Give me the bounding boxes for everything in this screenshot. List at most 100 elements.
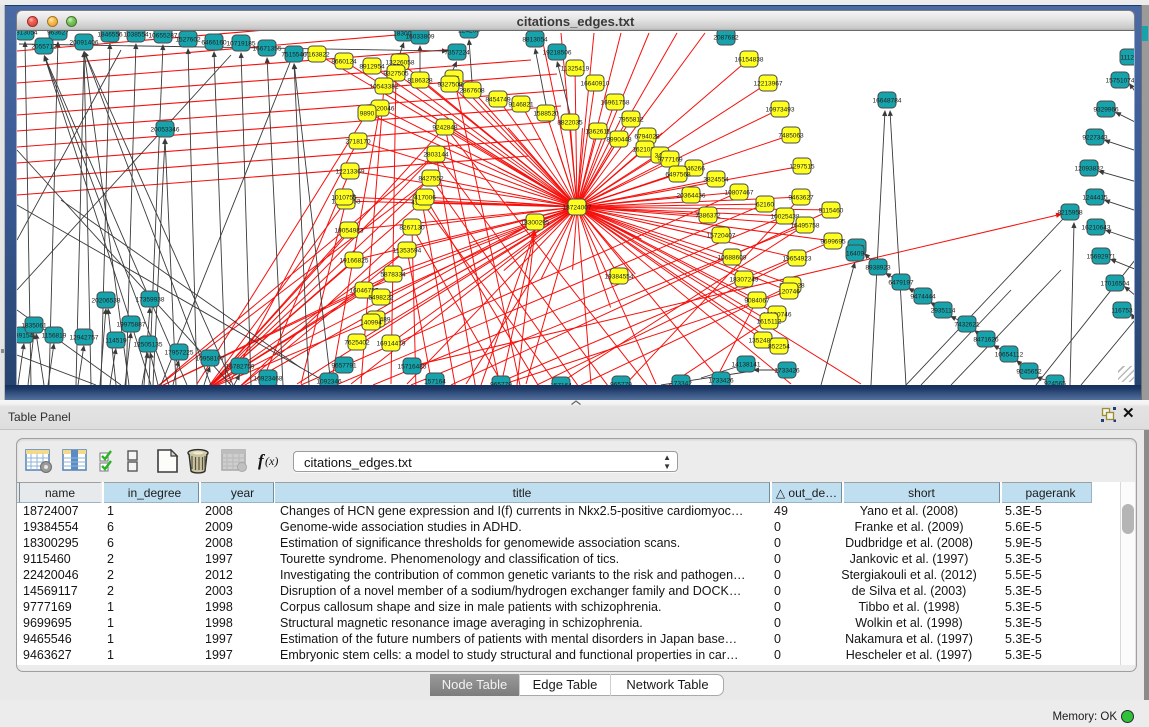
svg-text:6497568: 6497568 [665, 172, 691, 179]
svg-text:8912954: 8912954 [359, 64, 385, 71]
svg-text:2055712: 2055712 [31, 44, 57, 51]
svg-text:8186328: 8186328 [407, 78, 433, 85]
svg-text:157164: 157164 [424, 379, 446, 386]
svg-text:7357224: 7357224 [444, 50, 470, 57]
svg-text:8267130: 8267130 [399, 225, 425, 232]
svg-text:1733426: 1733426 [774, 368, 800, 375]
svg-text:1297515: 1297515 [789, 164, 815, 171]
svg-text:11353594: 11353594 [393, 248, 422, 255]
svg-text:1588520: 1588520 [533, 111, 559, 118]
svg-text:10958107: 10958107 [196, 356, 225, 363]
svg-text:9890: 9890 [360, 111, 375, 118]
svg-text:20091406: 20091406 [70, 40, 99, 47]
svg-text:5878334: 5878334 [380, 272, 406, 279]
svg-text:6479197: 6479197 [888, 280, 914, 287]
svg-text:1156819: 1156819 [42, 333, 67, 340]
svg-text:8990448: 8990448 [606, 137, 632, 144]
svg-text:16961758: 16961758 [601, 100, 630, 107]
svg-text:1362615: 1362615 [585, 129, 611, 136]
svg-text:7625402: 7625402 [344, 340, 370, 347]
svg-text:12942757: 12942757 [70, 335, 99, 342]
svg-text:1615112: 1615112 [757, 319, 782, 326]
svg-text:1038554: 1038554 [123, 32, 149, 39]
svg-text:963627: 963627 [47, 31, 69, 37]
svg-text:12093832: 12093832 [1075, 166, 1104, 173]
svg-text:18307249: 18307249 [730, 277, 759, 284]
svg-text:18724007: 18724007 [563, 205, 592, 212]
svg-text:9245652: 9245652 [1016, 369, 1042, 376]
svg-text:140994: 140994 [360, 320, 382, 327]
svg-text:1092346: 1092346 [316, 379, 342, 386]
svg-text:16914479: 16914479 [377, 341, 406, 348]
svg-text:7485063: 7485063 [778, 133, 804, 140]
svg-text:10923468: 10923468 [254, 376, 283, 383]
svg-text:2867608: 2867608 [459, 88, 485, 95]
svg-text:8660124: 8660124 [331, 59, 357, 66]
svg-text:9329966: 9329966 [1093, 107, 1119, 114]
svg-text:9146821: 9146821 [508, 102, 534, 109]
svg-text:9777169: 9777169 [657, 157, 683, 164]
svg-text:8454749: 8454749 [485, 97, 511, 104]
svg-text:20206538: 20206538 [92, 298, 121, 305]
svg-text:157164: 157164 [550, 383, 572, 386]
svg-text:965779: 965779 [490, 382, 512, 386]
svg-text:8813054: 8813054 [522, 37, 548, 44]
svg-text:16154838: 16154838 [735, 57, 764, 64]
svg-text:15720407: 15720407 [707, 233, 736, 240]
svg-text:19054983: 19054983 [335, 228, 364, 235]
svg-text:20053346: 20053346 [151, 127, 180, 134]
svg-text:17957225: 17957225 [165, 350, 194, 357]
svg-text:2935114: 2935114 [931, 308, 956, 315]
svg-text:39154: 39154 [17, 333, 33, 340]
svg-text:224200: 224200 [458, 31, 480, 35]
svg-text:14138141: 14138141 [732, 362, 761, 369]
svg-text:15692971: 15692971 [1087, 254, 1116, 261]
svg-text:19654923: 19654923 [783, 256, 812, 263]
svg-text:19384554: 19384554 [605, 274, 634, 281]
svg-text:(x): (x) [265, 454, 278, 468]
svg-text:17359938: 17359938 [136, 297, 165, 304]
svg-text:7163822: 7163822 [304, 52, 330, 59]
svg-text:9657791: 9657791 [331, 363, 357, 370]
svg-text:6466160: 6466160 [201, 40, 227, 47]
svg-text:1733426: 1733426 [708, 378, 734, 385]
svg-text:1244415: 1244415 [1082, 195, 1108, 202]
svg-text:8215958: 8215958 [1057, 210, 1083, 217]
svg-text:11325419: 11325419 [561, 66, 590, 73]
svg-text:7386372: 7386372 [695, 213, 721, 220]
svg-text:16210643: 16210643 [1082, 225, 1111, 232]
svg-text:924565: 924565 [1044, 381, 1066, 386]
svg-text:1835061: 1835061 [21, 323, 47, 330]
svg-text:20364436: 20364436 [677, 193, 706, 200]
svg-text:116753: 116753 [1111, 308, 1133, 315]
svg-text:2718170: 2718170 [345, 139, 371, 146]
svg-text:16671355: 16671355 [253, 46, 282, 53]
svg-text:7515546: 7515546 [281, 52, 307, 59]
svg-text:15716485: 15716485 [398, 364, 427, 371]
svg-text:1010755: 1010755 [331, 195, 357, 202]
svg-text:8813054: 8813054 [17, 31, 38, 37]
svg-text:16782759: 16782759 [226, 364, 255, 371]
svg-text:1527602: 1527602 [175, 37, 201, 44]
svg-text:12505135: 12505135 [134, 342, 163, 349]
svg-text:5498222: 5498222 [368, 295, 394, 302]
svg-text:6794028: 6794028 [634, 134, 660, 141]
svg-text:11123: 11123 [1120, 55, 1135, 62]
svg-text:7432621: 7432621 [954, 322, 980, 329]
svg-text:114519: 114519 [105, 338, 127, 345]
svg-text:10654112: 10654112 [995, 352, 1024, 359]
svg-text:10688609: 10688609 [718, 255, 747, 262]
svg-text:16033809: 16033809 [406, 34, 435, 41]
svg-text:852254: 852254 [768, 344, 790, 351]
svg-text:9463627: 9463627 [788, 195, 814, 202]
svg-text:12213369: 12213369 [336, 169, 365, 176]
svg-text:8938923: 8938923 [865, 265, 891, 272]
svg-text:9227343: 9227343 [1082, 135, 1108, 142]
svg-text:62160: 62160 [756, 202, 774, 209]
svg-text:2087682: 2087682 [713, 35, 739, 42]
svg-text:10807467: 10807467 [725, 190, 754, 197]
svg-text:19975887: 19975887 [117, 322, 146, 329]
svg-text:17016504: 17016504 [1101, 281, 1130, 288]
svg-text:2803144: 2803144 [423, 152, 449, 159]
svg-text:417006: 417006 [414, 195, 436, 202]
